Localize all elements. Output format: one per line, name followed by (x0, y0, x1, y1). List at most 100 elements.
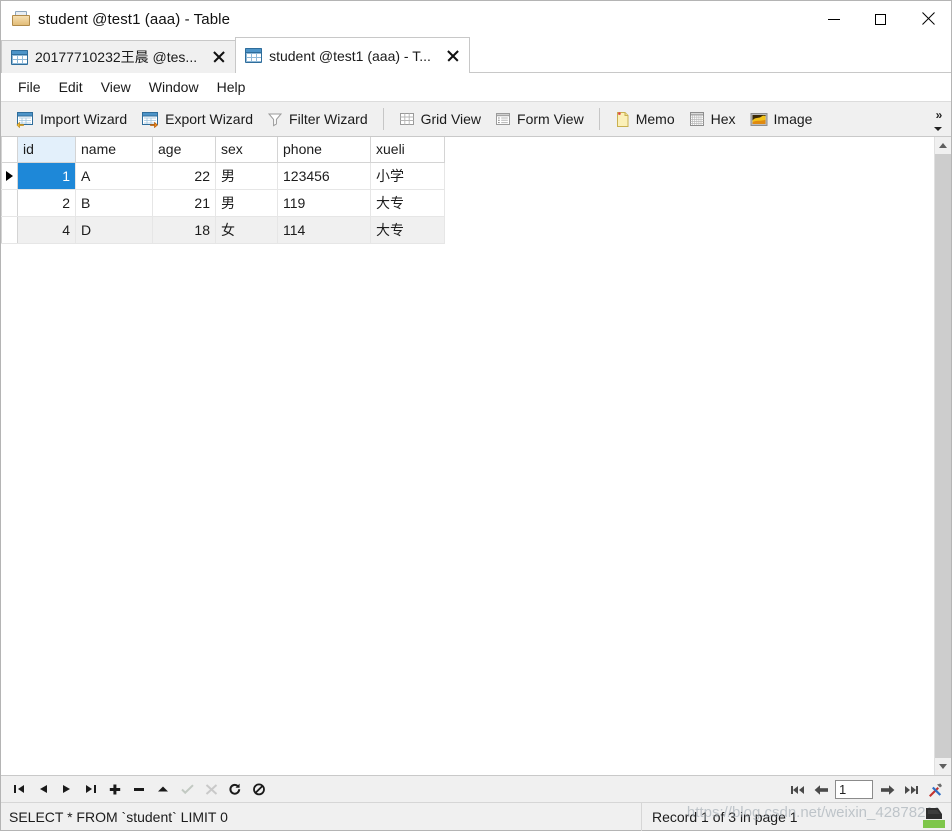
menu-file[interactable]: File (9, 76, 50, 98)
cell-phone[interactable]: 114 (277, 216, 371, 244)
cell-sex[interactable]: 男 (215, 189, 278, 217)
tab-close-icon[interactable] (445, 48, 461, 64)
previous-record-button[interactable] (31, 778, 55, 801)
cell-sex[interactable]: 女 (215, 216, 278, 244)
cell-name[interactable]: D (75, 216, 153, 244)
menu-window[interactable]: Window (140, 76, 208, 98)
record-navigation-bar (1, 775, 951, 802)
cell-name[interactable]: B (75, 189, 153, 217)
cross-scissors-icon (205, 783, 217, 795)
column-header-sex[interactable]: sex (215, 137, 278, 163)
row-selector[interactable] (1, 216, 18, 244)
column-header-id[interactable]: id (17, 137, 76, 163)
scrollbar-thumb[interactable] (935, 154, 951, 758)
first-page-button[interactable] (785, 778, 809, 801)
image-button[interactable]: Image (743, 105, 820, 133)
cell-phone[interactable]: 119 (277, 189, 371, 217)
table-window-icon (12, 10, 30, 28)
table-row[interactable]: 2 B 21 男 119 大专 (1, 189, 445, 217)
row-selector[interactable] (1, 189, 18, 217)
close-button[interactable] (904, 1, 951, 37)
cell-age[interactable]: 21 (152, 189, 216, 217)
cell-sex[interactable]: 男 (215, 162, 278, 190)
form-view-label: Form View (517, 111, 584, 127)
cell-age[interactable]: 18 (152, 216, 216, 244)
page-number-input[interactable] (835, 780, 873, 799)
stop-button[interactable] (247, 778, 271, 801)
table-row[interactable]: 1 A 22 男 123456 小学 (1, 162, 445, 190)
memo-icon (616, 111, 629, 127)
maximize-icon (875, 13, 886, 25)
column-header-age[interactable]: age (152, 137, 216, 163)
hex-button[interactable]: Hex (682, 105, 743, 133)
tab-student-table[interactable]: student @test1 (aaa) - T... (235, 37, 470, 73)
delete-record-button[interactable] (127, 778, 151, 801)
vertical-scrollbar[interactable] (934, 137, 951, 775)
next-record-button[interactable] (55, 778, 79, 801)
tools-icon (929, 783, 942, 797)
toolbar-separator (598, 108, 600, 130)
tab-label: 20177710232王晨 @tes... (35, 49, 198, 65)
cell-id[interactable]: 1 (17, 162, 76, 190)
import-wizard-button[interactable]: Import Wizard (9, 105, 134, 133)
next-page-icon (880, 784, 894, 795)
tab-query-20177710232[interactable]: 20177710232王晨 @tes... (1, 40, 237, 73)
page-navigation (785, 776, 947, 803)
cell-age[interactable]: 22 (152, 162, 216, 190)
row-selector[interactable] (1, 162, 18, 190)
last-record-icon (86, 785, 96, 793)
cell-phone[interactable]: 123456 (277, 162, 371, 190)
sql-statement-text: SELECT * FROM `student` LIMIT 0 (9, 808, 228, 825)
hex-label: Hex (710, 111, 736, 127)
next-page-button[interactable] (875, 778, 899, 801)
cell-id[interactable]: 4 (17, 216, 76, 244)
refresh-button[interactable] (223, 778, 247, 801)
minus-icon (134, 787, 144, 791)
cell-xueli[interactable]: 大专 (370, 216, 445, 244)
cell-id[interactable]: 2 (17, 189, 76, 217)
menu-bar: File Edit View Window Help (1, 73, 951, 101)
chevron-down-icon (934, 126, 942, 131)
apply-change-button[interactable] (151, 778, 175, 801)
status-bar: SELECT * FROM `student` LIMIT 0 Record 1… (1, 802, 951, 831)
grid-header-row: id name age sex phone xueli (1, 137, 445, 163)
maximize-button[interactable] (857, 1, 904, 37)
table-row[interactable]: 4 D 18 女 114 大专 (1, 216, 445, 244)
column-header-phone[interactable]: phone (277, 137, 371, 163)
scroll-up-button[interactable] (935, 137, 951, 154)
chevron-up-icon (939, 143, 947, 148)
export-wizard-button[interactable]: Export Wizard (134, 105, 260, 133)
toolbar-overflow-button[interactable]: » (927, 102, 949, 137)
minimize-button[interactable] (810, 1, 857, 37)
memo-button[interactable]: Memo (608, 105, 682, 133)
grid-view-button[interactable]: Grid View (392, 105, 488, 133)
menu-help[interactable]: Help (208, 76, 255, 98)
column-header-name[interactable]: name (75, 137, 153, 163)
cell-xueli[interactable]: 大专 (370, 189, 445, 217)
previous-page-button[interactable] (809, 778, 833, 801)
column-header-xueli[interactable]: xueli (370, 137, 445, 163)
last-page-button[interactable] (899, 778, 923, 801)
tab-close-icon[interactable] (211, 49, 227, 65)
memo-label: Memo (635, 111, 675, 127)
first-record-icon (14, 785, 24, 793)
confirm-button (175, 778, 199, 801)
add-record-button[interactable] (103, 778, 127, 801)
first-record-button[interactable] (7, 778, 31, 801)
form-view-button[interactable]: Form View (488, 105, 591, 133)
menu-view[interactable]: View (92, 76, 140, 98)
tools-button[interactable] (923, 778, 947, 801)
image-label: Image (773, 111, 813, 127)
data-grid[interactable]: id name age sex phone xueli 1 A 22 男 123… (1, 137, 445, 244)
cell-name[interactable]: A (75, 162, 153, 190)
close-icon (921, 12, 935, 26)
cell-xueli[interactable]: 小学 (370, 162, 445, 190)
filter-wizard-button[interactable]: Filter Wizard (260, 105, 375, 133)
current-row-marker-icon (6, 171, 13, 182)
filter-wizard-label: Filter Wizard (289, 111, 368, 127)
grid-scroll-region[interactable]: id name age sex phone xueli 1 A 22 男 123… (1, 137, 934, 775)
menu-edit[interactable]: Edit (50, 76, 92, 98)
last-record-button[interactable] (79, 778, 103, 801)
previous-page-icon (814, 784, 828, 795)
scroll-down-button[interactable] (935, 758, 951, 775)
